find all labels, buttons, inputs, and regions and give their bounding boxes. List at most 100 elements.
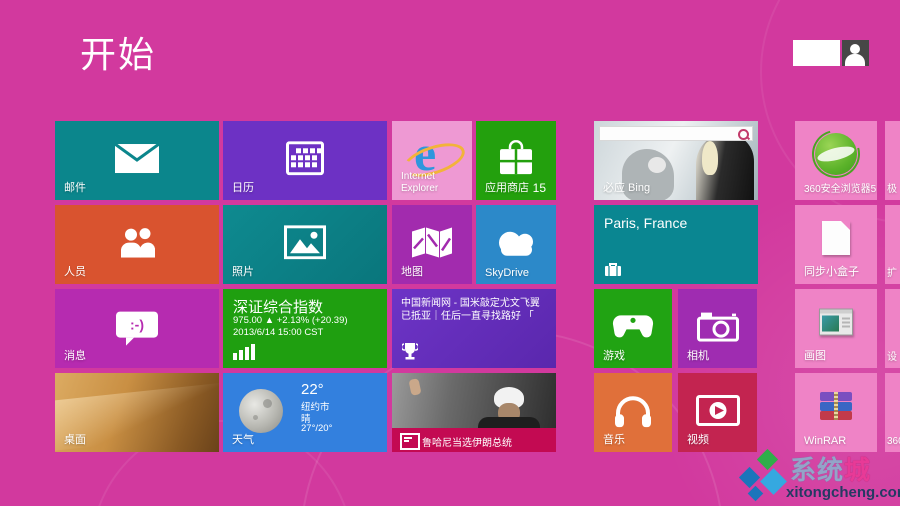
tile-label: 日历 (232, 179, 254, 195)
tile-label: 画图 (804, 347, 826, 363)
tile-label: 消息 (64, 347, 86, 363)
sports-headline: 中国新闻网 - 国米敲定尤文飞翼 已抵亚｜任后一直寻找路好 「 (401, 297, 548, 323)
finance-timestamp: 2013/6/14 15:00 CST (233, 327, 323, 338)
tile-messaging[interactable]: :-) 消息 (55, 289, 219, 368)
penguin-adult-image (696, 135, 754, 200)
tile-maps[interactable]: 地图 (392, 205, 472, 284)
camera-icon (697, 311, 739, 341)
tile-partial-2[interactable]: 扩 (885, 205, 900, 284)
bing-search-bar (599, 126, 753, 141)
tile-label: 应用商店 (485, 179, 529, 195)
search-icon (738, 129, 749, 140)
news-photo (408, 378, 421, 396)
weather-range: 27°/20° (301, 423, 332, 434)
map-icon (411, 226, 453, 258)
tile-calendar[interactable]: 日历 (223, 121, 387, 200)
user-silhouette-icon (850, 44, 860, 54)
logo-diamond-blue (739, 467, 760, 488)
news-headline: 鲁哈尼当选伊朗总统 (422, 434, 512, 449)
newspaper-icon (400, 433, 420, 450)
tile-label: 360安全浏览器5 (804, 180, 876, 195)
document-icon (822, 221, 850, 255)
tile-games[interactable]: 游戏 (594, 289, 672, 368)
tile-360-browser[interactable]: 360安全浏览器5 (795, 121, 877, 200)
calendar-icon (286, 141, 324, 175)
watermark-site-url: xitongcheng.com (786, 484, 900, 501)
headphones-icon (613, 393, 653, 427)
tile-label: 相机 (687, 347, 709, 363)
page-title: 开始 (80, 26, 156, 78)
tile-photos[interactable]: 照片 (223, 205, 387, 284)
tile-music[interactable]: 音乐 (594, 373, 672, 452)
tile-desktop[interactable]: 桌面 (55, 373, 219, 452)
trophy-icon (402, 343, 418, 360)
tile-paint[interactable]: 画图 (795, 289, 877, 368)
tile-internet-explorer[interactable]: e Internet Explorer (392, 121, 472, 200)
bar-chart-icon (233, 344, 255, 360)
site-watermark: 系统城 xitongcheng.com (734, 448, 894, 504)
tile-syncbox[interactable]: 同步小盒子 (795, 205, 877, 284)
start-screen: 开始 邮件 日历 e Internet Explorer (0, 0, 900, 506)
people-icon (116, 227, 158, 257)
tile-winrar[interactable]: WinRAR (795, 373, 877, 452)
tile-store[interactable]: 应用商店 15 (476, 121, 556, 200)
tile-partial-4[interactable]: 360 (885, 373, 900, 452)
tile-skydrive[interactable]: SkyDrive (476, 205, 556, 284)
message-bubble-icon: :-) (116, 311, 158, 341)
tile-label: 同步小盒子 (804, 263, 859, 279)
tile-label: Internet Explorer (401, 171, 471, 195)
logo-diamond-lightblue (760, 468, 787, 495)
tile-label: 极 (887, 180, 897, 195)
program-window-icon (819, 309, 853, 336)
tile-label: WinRAR (804, 435, 846, 447)
store-badge-count: 15 (533, 181, 546, 195)
tile-label: 游戏 (603, 347, 625, 363)
360-browser-icon (815, 133, 857, 175)
tile-label: 人员 (64, 263, 86, 279)
mail-icon (114, 143, 160, 174)
tile-label: 音乐 (603, 431, 625, 447)
user-silhouette-icon (845, 54, 865, 66)
tile-camera[interactable]: 相机 (678, 289, 757, 368)
tile-label: 地图 (401, 263, 423, 279)
tile-label: 必应 Bing (603, 179, 650, 195)
weather-temp: 22° (301, 381, 324, 398)
watermark-site-name: 系统城 (790, 450, 871, 487)
finance-index-name: 深证综合指数 (233, 296, 323, 317)
video-play-icon (696, 395, 740, 426)
tile-news[interactable]: 鲁哈尼当选伊朗总统 (392, 373, 556, 452)
game-controller-icon (611, 313, 655, 340)
user-name-box[interactable] (793, 40, 840, 66)
tile-label: 设 (887, 348, 897, 363)
moon-icon (239, 389, 283, 433)
tile-label: 天气 (232, 431, 254, 447)
tile-label: 视频 (687, 431, 709, 447)
tile-label: 扩 (887, 264, 897, 279)
user-avatar[interactable] (842, 40, 869, 66)
finance-quote: 975.00 ▲ +2.13% (+20.39) (233, 315, 348, 326)
tile-finance[interactable]: 深证综合指数 975.00 ▲ +2.13% (+20.39) 2013/6/1… (223, 289, 387, 368)
tile-video[interactable]: 视频 (678, 373, 757, 452)
travel-destination: Paris, France (604, 215, 687, 231)
winrar-icon (820, 392, 852, 420)
cloud-icon (492, 228, 540, 256)
logo-diamond-green (757, 449, 778, 470)
photos-icon (284, 225, 326, 259)
tile-label: 360 (887, 436, 900, 447)
tile-partial-3[interactable]: 设 (885, 289, 900, 368)
tile-sports-news[interactable]: 中国新闻网 - 国米敲定尤文飞翼 已抵亚｜任后一直寻找路好 「 (392, 289, 556, 368)
suitcase-icon (604, 262, 622, 277)
store-bag-icon (497, 140, 535, 176)
tile-mail[interactable]: 邮件 (55, 121, 219, 200)
tile-partial-1[interactable]: 极 (885, 121, 900, 200)
tile-travel[interactable]: Paris, France (594, 205, 758, 284)
news-headline-bar: 鲁哈尼当选伊朗总统 (392, 428, 556, 452)
tile-label: 邮件 (64, 179, 86, 195)
tile-people[interactable]: 人员 (55, 205, 219, 284)
tile-label: 照片 (232, 263, 254, 279)
tile-weather[interactable]: 22° 纽约市 晴 27°/20° 天气 (223, 373, 387, 452)
tile-label: 桌面 (64, 431, 86, 447)
tile-label: SkyDrive (485, 267, 529, 279)
tile-bing[interactable]: 必应 Bing (594, 121, 758, 200)
logo-diamond-blue-small (748, 486, 764, 502)
